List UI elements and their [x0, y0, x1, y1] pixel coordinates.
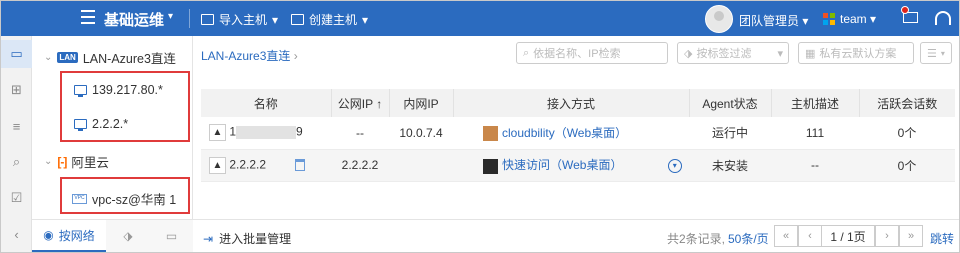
enter-icon: ⇥: [203, 231, 214, 246]
col-agent: Agent状态: [689, 89, 772, 117]
table-row[interactable]: ▲ 2.2.2.2 2.2.2.2 快速访问（Web桌面） ▾ 未安装 -- 0…: [201, 149, 955, 182]
lan-icon: LAN: [57, 52, 78, 63]
col-private-ip[interactable]: 内网IP: [389, 89, 454, 117]
list-icon: ☰: [927, 47, 937, 60]
network-icon[interactable]: ⊞: [1, 76, 32, 104]
left-nav: ▭ ⊞ ≡ ⌕ ☑ ‹: [1, 36, 32, 252]
menu-icon[interactable]: [81, 10, 95, 24]
batch-manage-button[interactable]: ⇥ 进入批量管理: [203, 230, 291, 247]
page-size-select[interactable]: 50条/页: [728, 230, 769, 247]
col-access: 接入方式: [453, 89, 690, 117]
task-icon[interactable]: ☑: [1, 184, 32, 212]
tag-filter-select[interactable]: ⬗ 按标签过滤 ▾: [677, 42, 789, 64]
collapse-icon[interactable]: ‹: [1, 220, 32, 248]
linux-icon: ▲: [209, 156, 226, 174]
app-title[interactable]: 基础运维: [104, 9, 164, 30]
trash-icon[interactable]: [295, 159, 306, 171]
chevron-down-icon: ▾: [362, 12, 369, 27]
top-bar: 基础运维 ▾ 导入主机 ▾ 创建主机 ▾ 团队管理员 ▾ team ▾: [1, 1, 959, 36]
highlight-box: [60, 71, 190, 142]
monitor-icon: [74, 119, 87, 131]
prev-page-button[interactable]: ‹: [798, 225, 822, 247]
last-page-button[interactable]: »: [899, 225, 923, 247]
linux-icon: ▲: [209, 124, 226, 142]
col-desc: 主机描述: [771, 89, 860, 117]
main-panel: LAN-Azure3直连 › ⌕ 依据名称、IP检索 ⬗ 按标签过滤 ▾ ▦ 私有云默认…: [193, 36, 959, 252]
tree-node-vpc[interactable]: VPC vpc-sz@华南 1: [72, 189, 176, 208]
footer-bar: ⇥ 进入批量管理 共2条记录, 50条/页 « ‹ 1 / 1页 › » 跳转: [193, 219, 959, 252]
chevron-down-icon: ⌄: [44, 156, 53, 167]
microsoft-icon: [823, 13, 835, 25]
tree-node-subnet-2[interactable]: 2.2.2.*: [74, 117, 128, 131]
col-public-ip[interactable]: 公网IP ↑: [331, 89, 390, 117]
vpc-icon: VPC: [72, 193, 87, 204]
support-icon[interactable]: [935, 11, 951, 25]
network-icon: ◉: [43, 228, 54, 242]
network-tree: ⌄ LAN LAN-Azure3直连 139.217.80.* 2.2.2.* …: [32, 36, 193, 252]
access-link[interactable]: cloudbility（Web桌面）: [502, 126, 627, 140]
team-admin-menu[interactable]: 团队管理员 ▾: [739, 12, 808, 29]
breadcrumb[interactable]: LAN-Azure3直连 ›: [201, 47, 298, 64]
jump-button[interactable]: 跳转: [930, 230, 954, 247]
table-row[interactable]: ▲ 19 -- 10.0.7.4 cloudbility（Web桌面） 运行中 …: [201, 117, 955, 150]
monitor-icon: [74, 85, 87, 97]
tag-icon: ⬗: [123, 229, 133, 243]
tree-node-subnet-1[interactable]: 139.217.80.*: [74, 83, 163, 97]
col-name[interactable]: 名称: [201, 89, 332, 117]
team-menu[interactable]: team ▾: [840, 12, 876, 26]
chevron-down-icon: ⌄: [44, 52, 53, 63]
tab-folder[interactable]: ▭: [150, 220, 193, 252]
tree-node-lan[interactable]: ⌄ LAN LAN-Azure3直连: [44, 48, 176, 67]
tree-tabs: ◉ 按网络 ⬗ ▭: [32, 219, 193, 252]
tag-icon: ⬗: [684, 47, 693, 60]
tab-tag[interactable]: ⬗: [106, 220, 150, 252]
tree-node-aliyun[interactable]: ⌄ [-] 阿里云: [44, 152, 109, 171]
next-page-button[interactable]: ›: [875, 225, 899, 247]
database-icon[interactable]: ≡: [1, 112, 32, 140]
chevron-down-icon: ▾: [272, 12, 279, 27]
create-host-button[interactable]: 创建主机 ▾: [291, 11, 368, 28]
page-info[interactable]: 1 / 1页: [821, 225, 875, 247]
record-count: 共2条记录,: [667, 232, 726, 246]
notification-dot: [901, 6, 909, 14]
redacted-text: [236, 126, 297, 140]
cloud-scheme-select[interactable]: ▦ 私有云默认方案: [798, 42, 914, 64]
avatar[interactable]: [705, 5, 733, 33]
monitor-icon[interactable]: ▭: [1, 40, 32, 68]
access-link[interactable]: 快速访问（Web桌面）: [502, 158, 622, 172]
divider: [189, 9, 190, 28]
chevron-down-icon[interactable]: ▾: [168, 11, 173, 22]
first-page-button[interactable]: «: [774, 225, 798, 247]
tab-network[interactable]: ◉ 按网络: [32, 220, 106, 252]
host-table: 名称 公网IP ↑ 内网IP 接入方式 Agent状态 主机描述 活跃会话数 ▲…: [201, 89, 955, 182]
calendar-icon: ▦: [805, 47, 816, 60]
search-input[interactable]: ⌕ 依据名称、IP检索: [516, 42, 668, 64]
message-icon[interactable]: [901, 6, 918, 23]
import-host-button[interactable]: 导入主机 ▾: [201, 11, 278, 28]
search-icon: ⌕: [523, 46, 530, 59]
column-settings-button[interactable]: ☰ ▾: [920, 42, 952, 64]
search-icon[interactable]: ⌕: [1, 148, 32, 176]
chevron-down-icon[interactable]: ▾: [667, 159, 682, 174]
folder-icon: ▭: [165, 229, 178, 243]
create-icon: [291, 14, 304, 25]
import-icon: [201, 14, 214, 25]
aliyun-icon: [-]: [57, 154, 67, 169]
col-sessions: 活跃会话数: [859, 89, 955, 117]
cloudbility-icon: [483, 126, 498, 142]
terminal-icon: [483, 158, 498, 174]
